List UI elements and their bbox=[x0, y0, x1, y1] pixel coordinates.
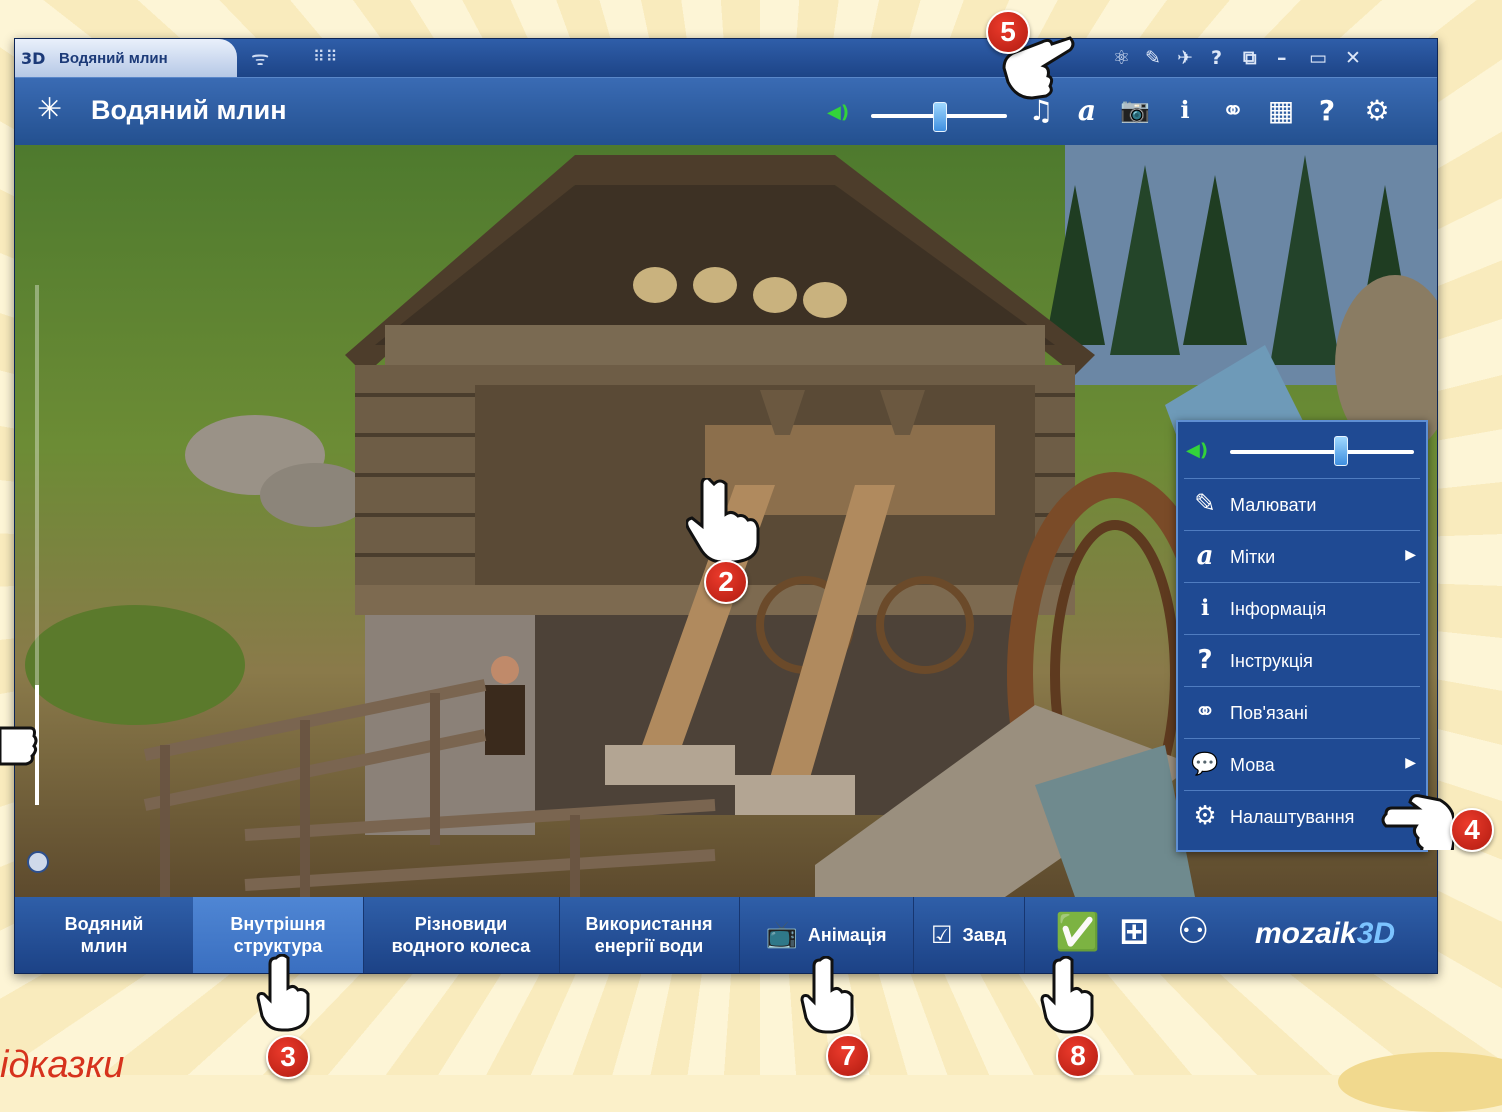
grid-icon[interactable]: ▦ bbox=[1261, 94, 1301, 127]
menu-item-label: Мова bbox=[1230, 755, 1275, 775]
menu-item-label: Інструкція bbox=[1230, 651, 1313, 671]
grid-dots-icon: ⠿⠿ bbox=[313, 47, 339, 66]
maximize-icon[interactable]: ▭ bbox=[1309, 47, 1327, 69]
tab-water-wheel-types[interactable]: Різновиди водного колеса bbox=[363, 897, 560, 973]
add-user-icon[interactable]: ⚇ bbox=[1177, 911, 1209, 952]
window-tab[interactable]: 3D Водяний млин bbox=[15, 39, 237, 77]
menu-item-labels[interactable]: a Мітки ▶ bbox=[1184, 530, 1420, 583]
callout-4: 4 bbox=[1450, 808, 1494, 852]
menu-item-label: Мітки bbox=[1230, 547, 1276, 567]
minimize-icon[interactable]: – bbox=[1277, 47, 1287, 69]
close-icon[interactable]: ✕ bbox=[1345, 47, 1361, 69]
menu-volume-row: ◀) bbox=[1178, 422, 1426, 478]
pointing-hand-icon bbox=[1381, 794, 1454, 850]
menu-item-language[interactable]: 💬 Мова ▶ bbox=[1184, 738, 1420, 791]
tab-water-mill[interactable]: Водяний млин bbox=[15, 897, 194, 973]
language-icon: 💬 bbox=[1191, 752, 1219, 777]
submenu-arrow-icon: ▶ bbox=[1405, 547, 1416, 563]
add-task-icon[interactable]: ⊞ bbox=[1119, 911, 1149, 952]
external-link-icon[interactable]: ⧉ bbox=[1243, 47, 1257, 69]
callout-7: 7 bbox=[826, 1034, 870, 1078]
wifi-icon: ᯤ bbox=[251, 46, 270, 70]
menu-volume-knob[interactable] bbox=[1334, 436, 1349, 466]
pointing-hand-icon bbox=[1040, 956, 1094, 1034]
tv-icon: 📺 bbox=[765, 920, 798, 950]
brand-logo: mozaik3D bbox=[1255, 917, 1396, 950]
menu-item-label: Налаштування bbox=[1230, 807, 1355, 827]
volume-icon[interactable]: ◀) bbox=[1186, 440, 1208, 461]
task-check-icon[interactable]: ✅ bbox=[1055, 911, 1100, 953]
help-icon[interactable]: ? bbox=[1211, 47, 1222, 69]
bottom-tab-bar: Водяний млин Внутрішня структура Різнови… bbox=[15, 897, 1437, 973]
menu-item-pencil[interactable]: ✎ Малювати bbox=[1184, 478, 1420, 531]
decorative-shape bbox=[1338, 1052, 1502, 1112]
callout-3: 3 bbox=[266, 1035, 310, 1079]
pointing-hand-icon bbox=[0, 726, 38, 766]
help-icon[interactable]: ? bbox=[1307, 94, 1347, 127]
pointing-hand-icon bbox=[256, 954, 310, 1032]
footer-hint-text: ідказки bbox=[0, 1044, 125, 1086]
settings-menu: ◀) ✎ Малювати a Мітки ▶ ℹ Інформація? Інструкці… bbox=[1176, 420, 1428, 852]
title-bar: 3D Водяний млин ᯤ ⠿⠿ ⚛ ✎ ✈? ⧉ – ▭ ✕ bbox=[15, 39, 1437, 77]
menu-item-label: Малювати bbox=[1230, 495, 1317, 515]
pencil-icon[interactable]: ✎ bbox=[1145, 47, 1161, 69]
molecule-icon[interactable]: ⚛ bbox=[1113, 47, 1130, 69]
menu-item-label: Інформація bbox=[1230, 599, 1327, 619]
volume-icon[interactable]: ◀) bbox=[827, 102, 849, 123]
menu-volume-slider[interactable] bbox=[1230, 450, 1414, 454]
task-icon: ☑ bbox=[931, 921, 953, 949]
gear-icon[interactable]: ⚙ bbox=[1357, 94, 1397, 127]
zoom-slider-knob[interactable] bbox=[27, 851, 49, 873]
camera-icon[interactable]: 📷 bbox=[1115, 96, 1155, 124]
volume-slider-knob[interactable] bbox=[933, 102, 947, 132]
labels-icon: a bbox=[1196, 541, 1214, 571]
sparkle-icon: ✳ bbox=[37, 92, 63, 127]
page-title: Водяний млин bbox=[91, 95, 287, 125]
pointing-hand-icon bbox=[686, 478, 760, 564]
pin-icon[interactable]: ✈ bbox=[1177, 47, 1193, 69]
help-icon: ? bbox=[1197, 645, 1213, 675]
window-tab-title: Водяний млин bbox=[59, 50, 168, 67]
tab-water-energy-use[interactable]: Використання енергії води bbox=[559, 897, 740, 973]
info-icon: ℹ bbox=[1200, 596, 1210, 621]
pencil-icon: ✎ bbox=[1194, 489, 1216, 519]
callout-5: 5 bbox=[986, 10, 1030, 54]
header-bar: ✳ Водяний млин ◀) ♫ a 📷 ℹ ⚭ ▦? ⚙ bbox=[15, 77, 1437, 146]
link-icon[interactable]: ⚭ bbox=[1213, 94, 1253, 127]
link-icon: ⚭ bbox=[1194, 697, 1216, 727]
pointing-hand-icon bbox=[800, 956, 854, 1034]
menu-item-help[interactable]: ? Інструкція bbox=[1184, 634, 1420, 687]
callout-8: 8 bbox=[1056, 1034, 1100, 1078]
gear-icon: ⚙ bbox=[1193, 801, 1217, 831]
menu-item-label: Пов'язані bbox=[1230, 703, 1308, 723]
submenu-arrow-icon: ▶ bbox=[1405, 755, 1416, 771]
callout-2: 2 bbox=[704, 560, 748, 604]
menu-item-link[interactable]: ⚭ Пов'язані bbox=[1184, 686, 1420, 739]
tab-tasks[interactable]: ☑ Завд bbox=[913, 897, 1025, 973]
info-icon[interactable]: ℹ bbox=[1165, 96, 1205, 124]
app-badge: 3D bbox=[21, 49, 46, 68]
menu-item-info[interactable]: ℹ Інформація bbox=[1184, 582, 1420, 635]
